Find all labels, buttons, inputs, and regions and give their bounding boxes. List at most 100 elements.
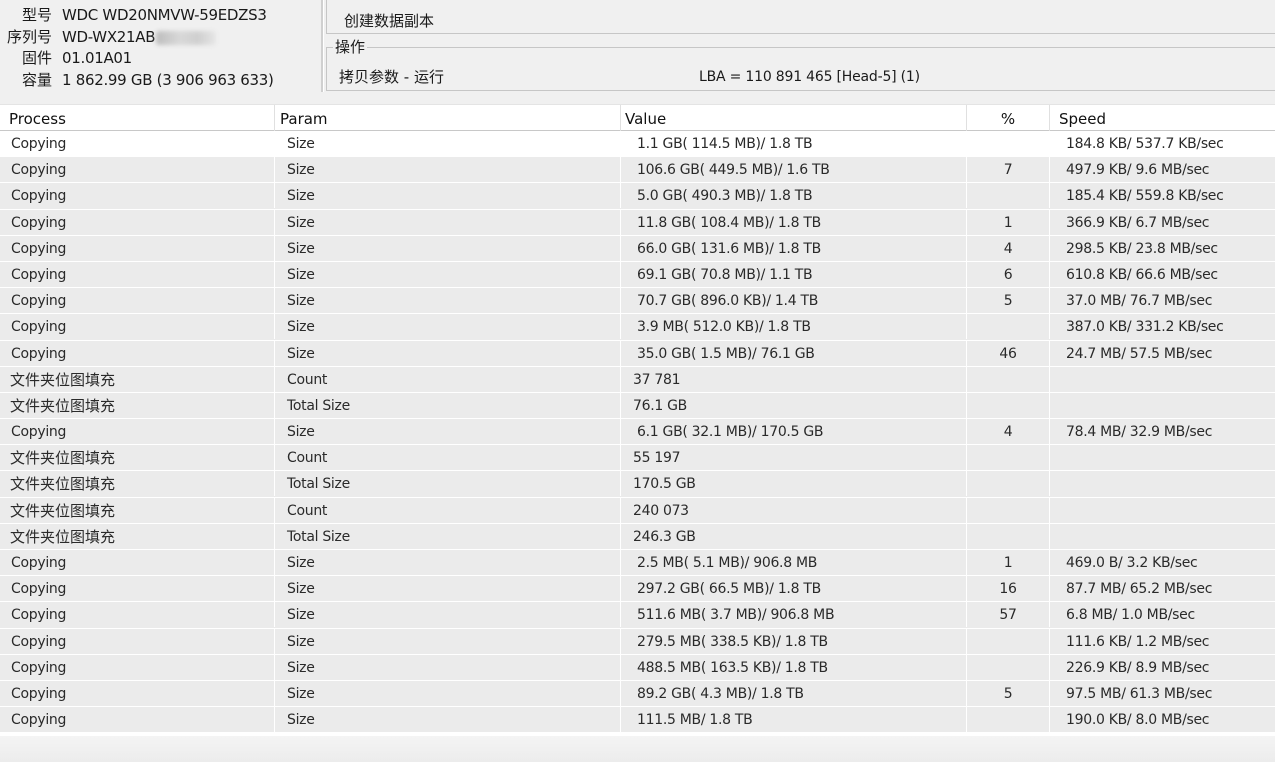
cell-param: Size [275,157,621,183]
cell-param: Size [275,707,621,733]
table-row[interactable]: Copying Size 2.5 MB( 5.1 MB)/ 906.8 MB 1 469… [0,550,1275,577]
cell-value: 5.0 GB( 490.3 MB)/ 1.8 TB [621,183,967,209]
table-row[interactable]: Copying Size 511.6 MB( 3.7 MB)/ 906.8 MB 57… [0,602,1275,629]
table-row[interactable]: Copying Size 89.2 GB( 4.3 MB)/ 1.8 TB 5 97.5… [0,680,1275,708]
cell-speed: 97.5 MB/ 61.3 MB/sec [1066,685,1213,702]
cell-process: 文件夹位图填充 [0,445,275,471]
cell-percent [967,654,1050,680]
cell-value: 3.9 MB( 512.0 KB)/ 1.8 TB [621,314,967,340]
cell-percent [967,628,1050,654]
table-row[interactable]: Copying Size 106.6 GB( 449.5 MB)/ 1.6 TB 7 4… [0,157,1275,184]
cell-percent [967,314,1050,340]
cell-param: Size [275,183,621,209]
table-row[interactable]: 文件夹位图填充 Count 37 781 [0,366,1275,393]
cell-process: Copying [0,550,275,575]
task-group-box: 创建数据副本 [326,0,1275,34]
panel-divider [321,0,324,92]
cell-speed: 387.0 KB/ 331.2 KB/sec [1066,319,1224,336]
table-row[interactable]: 文件夹位图填充 Count 240 073 [0,497,1275,524]
cell-percent: 57 [967,602,1050,628]
cell-percent: 5 [967,288,1050,314]
column-header-speed[interactable]: Speed [1050,105,1275,131]
cell-percent: 46 [967,340,1050,366]
cell-param: Size [275,550,621,575]
cell-percent: 1 [967,550,1050,575]
cell-value: 111.5 MB/ 1.8 TB [621,707,967,733]
column-header-value[interactable]: Value [621,105,967,131]
table-row[interactable]: Copying Size 3.9 MB( 512.0 KB)/ 1.8 TB 387.… [0,314,1275,341]
table-row[interactable]: Copying Size 11.8 GB( 108.4 MB)/ 1.8 TB 1 36… [0,209,1275,236]
cell-percent: 6 [967,261,1050,287]
cell-percent [967,471,1050,497]
cell-speed: 497.9 KB/ 9.6 MB/sec [1066,162,1210,179]
table-row[interactable]: 文件夹位图填充 Total Size 76.1 GB [0,392,1275,420]
cell-percent: 5 [967,680,1050,706]
cell-value: 35.0 GB( 1.5 MB)/ 76.1 GB [621,340,967,366]
operation-name: 拷贝参数 - 运行 [339,68,444,86]
cell-process: 文件夹位图填充 [0,366,275,392]
cell-value: 246.3 GB [621,523,967,549]
cell-value: 511.6 MB( 3.7 MB)/ 906.8 MB [621,602,967,628]
column-header-param[interactable]: Param [275,105,621,131]
table-row[interactable]: Copying Size 488.5 MB( 163.5 KB)/ 1.8 TB 22… [0,654,1275,681]
task-item[interactable]: 创建数据副本 [344,10,434,32]
cell-value: 106.6 GB( 449.5 MB)/ 1.6 TB [621,157,967,183]
cell-param: Size [275,314,621,340]
table-row[interactable]: 文件夹位图填充 Total Size 170.5 GB [0,471,1275,498]
cell-speed: 610.8 KB/ 66.6 MB/sec [1066,266,1218,283]
operation-group-box: 操作 拷贝参数 - 运行 LBA = 110 891 465 [Head-5] … [326,37,1275,91]
table-row[interactable]: Copying Size 35.0 GB( 1.5 MB)/ 76.1 GB 46 24… [0,340,1275,367]
cell-value: 488.5 MB( 163.5 KB)/ 1.8 TB [621,654,967,680]
cell-param: Count [275,366,621,392]
drive-firmware-row: 固件 01.01A01 [0,47,320,69]
table-row[interactable]: 文件夹位图填充 Total Size 246.3 GB [0,523,1275,550]
table-row[interactable]: Copying Size 279.5 MB( 338.5 KB)/ 1.8 TB 11… [0,628,1275,655]
cell-percent [967,131,1050,156]
cell-speed: 184.8 KB/ 537.7 KB/sec [1066,136,1224,152]
drive-model-row: 型号 WDC WD20NMVW-59EDZS3 [0,4,320,26]
cell-param: Size [275,209,621,235]
table-row[interactable]: Copying Size 1.1 GB( 114.5 MB)/ 1.8 TB 184.… [0,131,1275,158]
cell-value: 66.0 GB( 131.6 MB)/ 1.8 TB [621,235,967,261]
table-row[interactable]: Copying Size 70.7 GB( 896.0 KB)/ 1.4 TB 5 37… [0,288,1275,315]
table-row[interactable]: 文件夹位图填充 Count 55 197 [0,445,1275,472]
cell-percent [967,707,1050,733]
cell-process: Copying [0,602,275,628]
table-row[interactable]: Copying Size 69.1 GB( 70.8 MB)/ 1.1 TB 6 610… [0,261,1275,289]
table-row[interactable]: Copying Size 6.1 GB( 32.1 MB)/ 170.5 GB 4 78… [0,419,1275,446]
table-row[interactable]: Copying Size 66.0 GB( 131.6 MB)/ 1.8 TB 4 29… [0,235,1275,262]
drive-serial-value-wrap: WD-WX21AB [62,26,217,48]
redacted-serial-blur [156,30,217,45]
cell-param: Size [275,576,621,602]
drive-serial-row: 序列号 WD-WX21AB [0,26,320,48]
cell-param: Size [275,235,621,261]
cell-value: 279.5 MB( 338.5 KB)/ 1.8 TB [621,628,967,654]
column-header-process[interactable]: Process [0,105,275,131]
cell-param: Count [275,445,621,471]
cell-speed: 24.7 MB/ 57.5 MB/sec [1066,345,1213,362]
column-header-percent[interactable]: % [967,105,1050,131]
cell-param: Size [275,602,621,628]
drive-capacity-row: 容量 1 862.99 GB (3 906 963 633) [0,69,320,91]
cell-param: Size [275,654,621,680]
table-row[interactable]: Copying Size 5.0 GB( 490.3 MB)/ 1.8 TB 185.… [0,183,1275,210]
cell-speed: 87.7 MB/ 65.2 MB/sec [1066,581,1213,598]
drive-firmware-value: 01.01A01 [62,49,132,67]
table-row[interactable]: Copying Size 297.2 GB( 66.5 MB)/ 1.8 TB 16 8… [0,576,1275,603]
cell-speed: 366.9 KB/ 6.7 MB/sec [1066,214,1210,231]
cell-process: Copying [0,576,275,602]
cell-speed [1050,367,1275,392]
cell-percent: 7 [967,157,1050,183]
drive-info-panel: 型号 WDC WD20NMVW-59EDZS3 序列号 WD-WX21AB 固件… [0,0,320,92]
table-row[interactable]: Copying Size 111.5 MB/ 1.8 TB 190.0 KB/ 8.0… [0,707,1275,734]
cell-speed: 185.4 KB/ 559.8 KB/sec [1066,188,1224,205]
cell-param: Size [275,419,621,445]
cell-speed: 37.0 MB/ 76.7 MB/sec [1066,293,1213,310]
cell-percent [967,366,1050,392]
cell-value: 11.8 GB( 108.4 MB)/ 1.8 TB [621,209,967,235]
cell-process: Copying [0,183,275,209]
cell-process: Copying [0,707,275,733]
cell-param: Size [275,628,621,654]
cell-param: Size [275,340,621,366]
cell-speed [1050,393,1275,418]
